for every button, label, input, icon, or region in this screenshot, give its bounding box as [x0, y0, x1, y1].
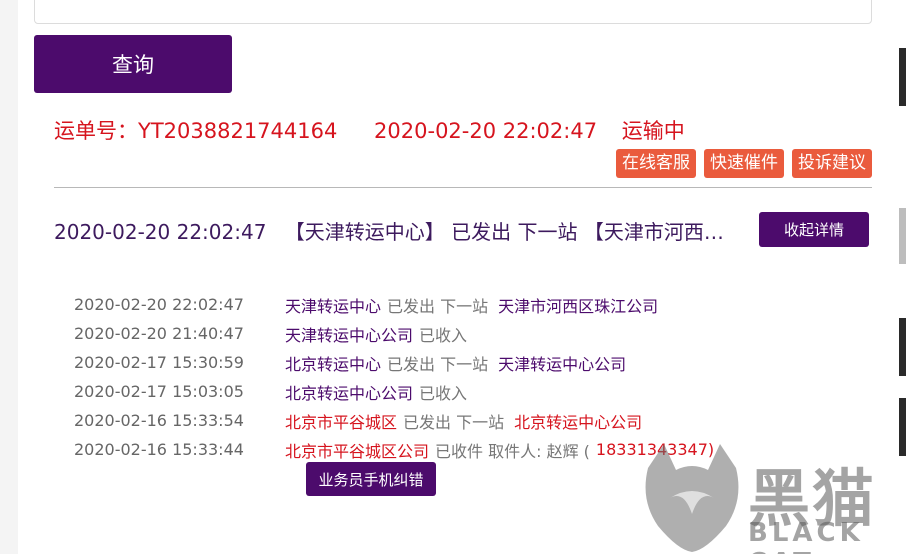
timeline-next-stop: 北京转运中心公司 [514, 412, 643, 432]
timeline-location: 北京转运中心 [285, 354, 382, 374]
divider [54, 187, 872, 188]
timeline-time: 2020-02-20 22:02:47 [74, 295, 244, 314]
timeline-location: 北京市平谷城区 [285, 412, 398, 432]
right-edge-thumbnails [899, 0, 906, 554]
waybill-status: 运输中 [621, 119, 685, 143]
timeline-time: 2020-02-20 21:40:47 [74, 324, 244, 343]
timeline-status: 已收入 [419, 325, 468, 345]
timeline-row: 2020-02-17 15:03:05 北京转运中心公司 已收入 [74, 377, 714, 406]
timeline-location: 北京转运中心公司 [285, 383, 414, 403]
timeline-row: 2020-02-20 21:40:47 天津转运中心公司 已收入 [74, 319, 714, 348]
action-buttons: 在线客服 快速催件 投诉建议 [616, 149, 872, 179]
timeline-time: 2020-02-17 15:03:05 [74, 382, 244, 401]
timeline-location: 天津转运中心公司 [285, 325, 414, 345]
timeline-status: 已发出 下一站 [387, 296, 489, 316]
latest-status-summary: 2020-02-20 22:02:47 【天津转运中心】 已发出 下一站 【天津… [54, 216, 734, 245]
summary-text: 【天津转运中心】 已发出 下一站 【天津市河西区珠江公司】 [284, 220, 734, 244]
timeline-location: 北京市平谷城区公司 [285, 441, 430, 461]
collapse-details-button[interactable]: 收起详情 [759, 212, 869, 247]
tracking-timeline: 2020-02-20 22:02:47 天津转运中心 已发出 下一站 天津市河西区珠江… [74, 290, 714, 464]
summary-datetime: 2020-02-20 22:02:47 [54, 220, 267, 244]
timeline-status: 已发出 下一站 [387, 354, 489, 374]
query-button[interactable]: 查询 [34, 35, 232, 93]
timeline-location: 天津转运中心 [285, 296, 382, 316]
courier-phone-correction-button[interactable]: 业务员手机纠错 [306, 462, 436, 496]
timeline-next-stop: 天津转运中心公司 [498, 354, 627, 374]
timeline-row: 2020-02-16 15:33:44 北京市平谷城区公司 已收件 取件人: 赵辉 … [74, 435, 714, 464]
timeline-next-stop: 天津市河西区珠江公司 [498, 296, 659, 316]
watermark-subtitle: BLACK CAT [748, 518, 864, 554]
watermark-title: 黑猫 [748, 462, 877, 535]
timeline-status: 已收入 [419, 383, 468, 403]
online-service-button[interactable]: 在线客服 [616, 149, 696, 178]
tracking-number-input[interactable] [34, 0, 872, 24]
timeline-time: 2020-02-16 15:33:44 [74, 440, 244, 459]
timeline-phone: 18331343347) [595, 440, 715, 459]
timeline-row: 2020-02-20 22:02:47 天津转运中心 已发出 下一站 天津市河西区珠江… [74, 290, 714, 319]
timeline-status: 已收件 取件人: 赵辉 ( [435, 441, 590, 461]
timeline-row: 2020-02-17 15:30:59 北京转运中心 已发出 下一站 天津转运中心公司 [74, 348, 714, 377]
waybill-header: 运单号：YT2038821744164 2020-02-20 22:02:47 … [54, 115, 685, 145]
left-margin-strip [0, 0, 18, 554]
timeline-status: 已发出 下一站 [403, 412, 505, 432]
waybill-number: 运单号：YT2038821744164 [54, 119, 338, 143]
timeline-time: 2020-02-16 15:33:54 [74, 411, 244, 430]
waybill-datetime: 2020-02-20 22:02:47 [374, 119, 598, 143]
timeline-time: 2020-02-17 15:30:59 [74, 353, 244, 372]
urge-delivery-button[interactable]: 快速催件 [704, 149, 784, 178]
complaint-button[interactable]: 投诉建议 [792, 149, 872, 178]
timeline-row: 2020-02-16 15:33:54 北京市平谷城区 已发出 下一站 北京转运中心公… [74, 406, 714, 435]
